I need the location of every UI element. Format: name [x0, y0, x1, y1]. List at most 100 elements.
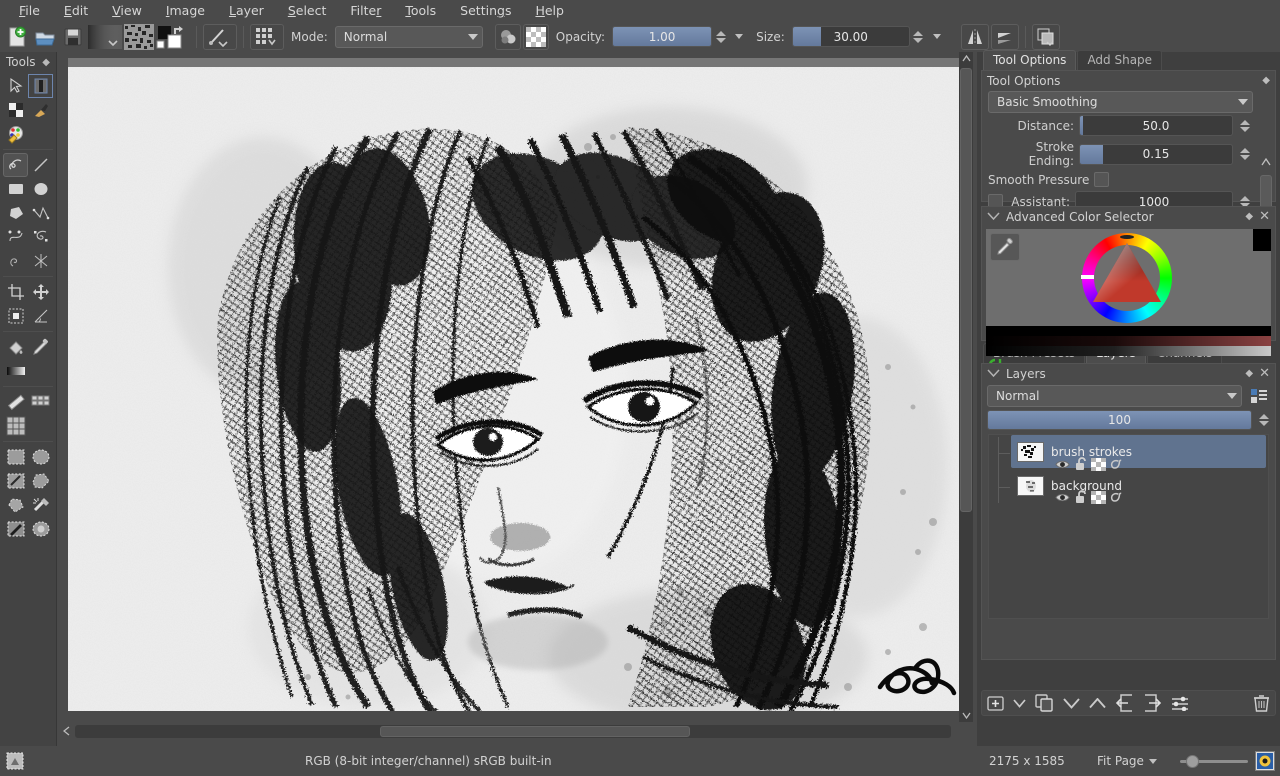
opacity-spinner[interactable] [714, 30, 727, 43]
menu-item-help[interactable]: Help [524, 1, 575, 20]
move-layer-out-button[interactable] [1115, 693, 1134, 713]
size-options-chevron-icon[interactable] [932, 34, 941, 39]
table-row[interactable]: background [1011, 469, 1266, 502]
tool-fill[interactable] [3, 335, 28, 359]
smooth-pressure-checkbox[interactable] [1094, 172, 1110, 187]
new-document-button[interactable] [4, 24, 30, 50]
tool-select-polygonal[interactable] [28, 469, 53, 493]
tool-select-freehand[interactable] [3, 469, 28, 493]
menu-item-view[interactable]: View [101, 1, 153, 20]
scroll-up-button[interactable] [959, 52, 973, 65]
delete-layer-button[interactable] [1253, 693, 1270, 713]
tool-gradient[interactable] [3, 359, 28, 383]
tool-select-magnetic[interactable] [28, 493, 53, 517]
canvas-horizontal-scroll-track[interactable] [75, 725, 951, 738]
tool-move[interactable] [28, 280, 53, 304]
tool-dynamic-brush[interactable] [3, 249, 28, 273]
float-docker-icon[interactable]: ◆ [1245, 368, 1253, 379]
menu-item-filter[interactable]: Filter [339, 1, 392, 20]
menu-item-tools[interactable]: Tools [394, 1, 447, 20]
menu-item-file[interactable]: File [8, 1, 51, 20]
color-sampler-button[interactable] [990, 233, 1020, 261]
add-layer-button[interactable] [987, 693, 1004, 713]
tool-ellipse[interactable] [28, 177, 53, 201]
tool-grid[interactable] [3, 414, 28, 438]
tool-text[interactable] [28, 74, 53, 98]
size-slider[interactable]: 30.00 [791, 26, 910, 47]
visibility-eye-icon[interactable] [1055, 490, 1070, 504]
selection-mask-icon[interactable] [6, 752, 24, 770]
lightness-strip[interactable] [986, 346, 1271, 356]
menu-item-image[interactable]: Image [155, 1, 216, 20]
tool-multibrush[interactable] [28, 249, 53, 273]
opacity-options-chevron-icon[interactable] [735, 34, 744, 39]
layer-properties-button[interactable] [1171, 693, 1190, 713]
fg-bg-color-button[interactable] [156, 24, 190, 50]
layers-list[interactable]: brush strokes background [988, 434, 1269, 619]
tool-rectangle[interactable] [3, 177, 28, 201]
canvas-horizontal-scrollbar[interactable] [57, 724, 959, 740]
layer-blend-mode-combo[interactable]: Normal [987, 385, 1242, 407]
layer-opacity-slider[interactable]: 100 [987, 410, 1252, 430]
move-layer-down-button[interactable] [1063, 693, 1080, 713]
tool-bezier-curve[interactable] [3, 225, 28, 249]
canvas-vertical-scrollbar[interactable] [959, 52, 973, 722]
smoothing-mode-combo[interactable]: Basic Smoothing [988, 91, 1253, 113]
zoom-mode-combo[interactable]: Fit Page [1097, 754, 1157, 768]
opacity-slider[interactable]: 1.00 [612, 26, 713, 47]
saturation-strip[interactable] [986, 336, 1271, 346]
zoom-slider-handle[interactable] [1186, 754, 1199, 768]
scroll-down-button[interactable] [959, 709, 973, 722]
zoom-slider[interactable] [1180, 754, 1248, 768]
size-spinner[interactable] [912, 30, 925, 43]
move-layer-into-button[interactable] [1143, 693, 1162, 713]
stroke-ending-spinner[interactable] [1238, 148, 1251, 160]
distance-spinner[interactable] [1238, 119, 1251, 132]
lock-open-icon[interactable] [1073, 490, 1088, 504]
brush-editor-button[interactable] [250, 23, 284, 50]
menu-item-settings[interactable]: Settings [449, 1, 522, 20]
float-docker-icon[interactable]: ◆ [1245, 211, 1253, 222]
tool-color-picker[interactable] [28, 335, 53, 359]
tool-select-path[interactable] [3, 517, 28, 541]
open-document-button[interactable] [32, 24, 58, 50]
tool-select-rectangle[interactable] [3, 445, 28, 469]
table-row[interactable]: brush strokes [1011, 435, 1266, 468]
canvas-document[interactable] [68, 67, 961, 711]
value-strip-black[interactable] [986, 326, 1271, 336]
duplicate-layer-button[interactable] [1035, 693, 1054, 713]
eraser-toggle-button[interactable] [494, 23, 521, 50]
canvas-vertical-scroll-thumb[interactable] [960, 68, 972, 512]
mirror-horizontal-button[interactable] [960, 23, 989, 50]
color-wheel-area[interactable] [986, 229, 1271, 326]
tool-select-contiguous[interactable] [3, 493, 28, 517]
alpha-inherit-icon[interactable] [1109, 490, 1124, 504]
preserve-alpha-button[interactable] [522, 23, 549, 50]
brush-preset-button[interactable] [203, 23, 237, 50]
layer-view-mode-button[interactable] [1248, 386, 1270, 406]
scroll-left-button[interactable] [59, 724, 73, 738]
distance-slider[interactable]: 50.0 [1079, 115, 1233, 136]
tool-color-sampler-fill[interactable] [3, 122, 28, 146]
layer-opacity-spinner[interactable] [1257, 414, 1270, 426]
tool-options-scroll-up-icon[interactable] [1261, 155, 1271, 169]
tool-select-similar[interactable] [28, 517, 53, 541]
tool-shape-select[interactable] [3, 74, 28, 98]
toolbox-float-icon[interactable]: ◆ [42, 57, 50, 68]
tool-calligraphy[interactable] [28, 98, 53, 122]
tool-gradient-edit[interactable] [3, 98, 28, 122]
blend-mode-combo[interactable]: Normal [334, 25, 483, 48]
tool-assistant-ruler[interactable] [3, 390, 28, 414]
tab-add-shape[interactable]: Add Shape [1077, 50, 1163, 70]
close-icon[interactable]: ✕ [1259, 367, 1270, 380]
tab-tool-options[interactable]: Tool Options [983, 50, 1077, 70]
tool-assistant-edit[interactable] [28, 390, 53, 414]
tool-freehand-path[interactable] [28, 225, 53, 249]
tool-freehand-brush[interactable] [3, 153, 28, 177]
tool-transform[interactable] [3, 304, 28, 328]
hue-wheel[interactable] [1081, 233, 1172, 323]
add-layer-dropdown[interactable] [1013, 693, 1026, 713]
gradient-preset-button[interactable] [88, 24, 122, 50]
stroke-ending-slider[interactable]: 0.15 [1079, 143, 1233, 165]
foreground-color-swatch[interactable] [1253, 229, 1271, 251]
